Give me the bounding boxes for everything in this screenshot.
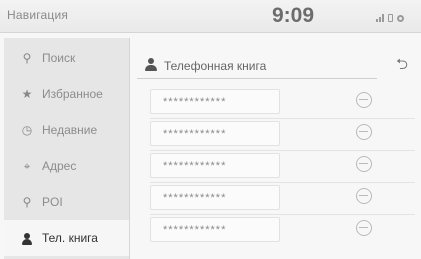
sidebar-item-poi[interactable]: ⚲ POI xyxy=(4,184,129,220)
person-icon xyxy=(145,58,157,72)
sidebar-item-address[interactable]: ⌖ Адрес xyxy=(4,148,129,184)
contact-action-icon[interactable] xyxy=(356,156,374,174)
clock: 9:09 xyxy=(272,4,315,27)
app-title: Навигация xyxy=(7,8,69,22)
sidebar-item-recent[interactable]: ◷ Недавние xyxy=(4,112,129,148)
list-item[interactable]: ************ xyxy=(150,89,415,116)
contact-action-icon[interactable] xyxy=(356,220,374,238)
sidebar-item-search[interactable]: ⚲ Поиск xyxy=(4,40,129,76)
sidebar-item-label: Поиск xyxy=(42,51,76,65)
contact-name: ************ xyxy=(163,96,227,108)
contact-field[interactable]: ************ xyxy=(150,185,280,210)
sidebar: ⚲ Поиск ★ Избранное ◷ Недавние ⌖ Адрес ⚲… xyxy=(4,38,130,259)
list-item[interactable]: ************ xyxy=(150,121,415,148)
sidebar-item-label: Недавние xyxy=(42,123,98,137)
sidebar-item-label: Тел. книга xyxy=(42,231,98,245)
contact-name: ************ xyxy=(163,128,227,140)
header-divider xyxy=(137,78,377,79)
contact-name: ************ xyxy=(163,160,227,172)
back-button[interactable]: ⮌ xyxy=(390,56,414,74)
page-title: Телефонная книга xyxy=(164,59,267,73)
contact-field[interactable]: ************ xyxy=(150,121,280,146)
contact-field[interactable]: ************ xyxy=(150,89,280,114)
list-item[interactable]: ************ xyxy=(150,217,415,244)
status-icons xyxy=(376,12,404,22)
bluetooth-icon xyxy=(388,14,393,22)
list-item[interactable]: ************ xyxy=(150,185,415,212)
list-item[interactable]: ************ xyxy=(150,153,415,180)
sidebar-item-label: Адрес xyxy=(42,159,77,173)
contact-name: ************ xyxy=(163,224,227,236)
sidebar-item-favorites[interactable]: ★ Избранное xyxy=(4,76,129,112)
search-icon: ⚲ xyxy=(22,51,32,65)
contact-action-icon[interactable] xyxy=(356,188,374,206)
divider xyxy=(150,182,415,183)
star-icon: ★ xyxy=(21,87,33,101)
divider xyxy=(150,150,415,151)
sidebar-item-phonebook[interactable]: Тел. книга xyxy=(4,220,129,256)
navigation-screen: Навигация 9:09 ⚲ Поиск ★ Избранное ◷ Нед… xyxy=(0,0,421,259)
poi-pin-icon: ⚲ xyxy=(22,195,32,209)
divider xyxy=(150,118,415,119)
divider xyxy=(150,214,415,215)
contact-action-icon[interactable] xyxy=(356,124,374,142)
contact-field[interactable]: ************ xyxy=(150,217,280,242)
contact-field[interactable]: ************ xyxy=(150,153,280,178)
sidebar-item-label: Избранное xyxy=(42,87,103,101)
phonebook-header: Телефонная книга ⮌ xyxy=(137,56,417,79)
signal-icon xyxy=(376,14,384,22)
clock-icon: ◷ xyxy=(21,123,33,137)
person-icon xyxy=(16,231,38,245)
status-bar: Навигация 9:09 xyxy=(0,0,421,33)
sidebar-item-label: POI xyxy=(42,195,63,209)
settings-icon xyxy=(397,15,404,22)
contact-action-icon[interactable] xyxy=(356,92,374,110)
address-icon: ⌖ xyxy=(23,158,31,173)
contact-name: ************ xyxy=(163,192,227,204)
